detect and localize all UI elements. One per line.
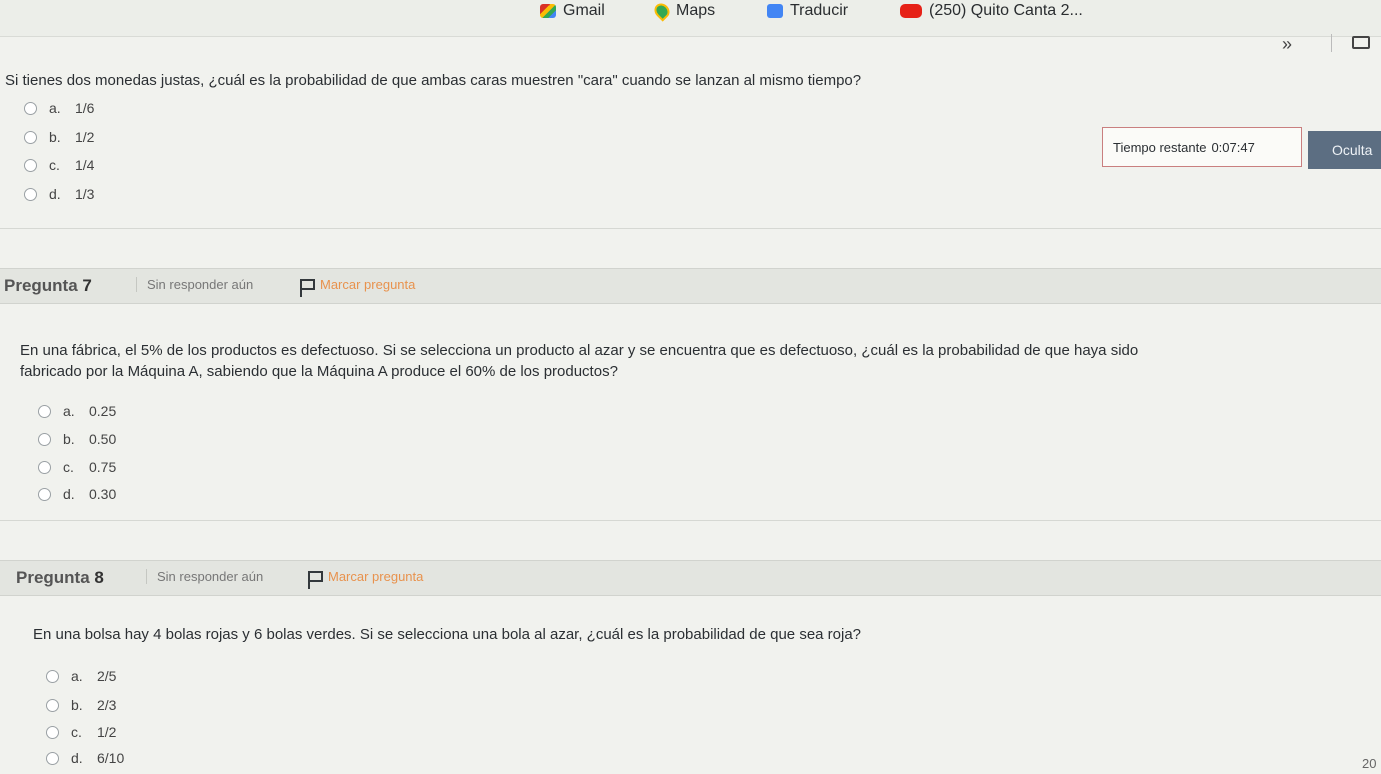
radio-button[interactable] (24, 101, 37, 115)
toolbar-separator (1331, 34, 1332, 52)
question-6-option-b[interactable]: b. 1/2 (24, 129, 94, 145)
question-7-flag-button[interactable]: Marcar pregunta (300, 277, 416, 297)
question-number: 8 (94, 568, 104, 587)
flag-label: Marcar pregunta (328, 569, 424, 584)
question-8-option-a[interactable]: a. 2/5 (46, 668, 116, 684)
flag-icon (308, 571, 323, 589)
question-7-option-c[interactable]: c. 0.75 (38, 459, 116, 475)
flag-icon (300, 279, 315, 297)
question-8-option-d[interactable]: d. 6/10 (46, 750, 124, 766)
radio-button[interactable] (24, 187, 37, 201)
section-divider (0, 228, 1381, 229)
translate-icon (767, 4, 783, 18)
question-7-text-line-1: En una fábrica, el 5% de los productos e… (20, 342, 1139, 359)
question-8-text: En una bolsa hay 4 bolas rojas y 6 bolas… (33, 626, 862, 643)
bookmark-gmail[interactable]: Gmail (540, 2, 605, 20)
question-7-option-b[interactable]: b. 0.50 (38, 431, 116, 447)
question-8-option-b[interactable]: b. 2/3 (46, 697, 116, 713)
radio-button[interactable] (24, 158, 37, 172)
question-title-label: Pregunta (4, 276, 78, 295)
bookmark-label: Gmail (563, 2, 605, 19)
option-letter: b. (49, 129, 61, 145)
question-7-option-a[interactable]: a. 0.25 (38, 403, 116, 419)
option-letter: b. (63, 431, 75, 447)
question-8-option-c[interactable]: c. 1/2 (46, 724, 116, 740)
question-7-title: Pregunta 7 (4, 276, 92, 296)
option-letter: d. (71, 750, 83, 766)
flag-label: Marcar pregunta (320, 277, 416, 292)
option-value: 1/3 (75, 186, 95, 202)
question-8-status: Sin responder aún (146, 569, 263, 584)
radio-button[interactable] (46, 725, 59, 739)
radio-button[interactable] (46, 669, 59, 683)
bookmarks-bar: Gmail Maps Traducir (250) Quito Canta 2.… (0, 0, 1381, 37)
option-value: 1/4 (75, 157, 95, 173)
gmail-icon (540, 4, 556, 18)
bookmark-translate[interactable]: Traducir (767, 2, 848, 20)
question-8-header: Pregunta 8 Sin responder aún Marcar preg… (0, 560, 1381, 596)
option-letter: c. (71, 724, 82, 740)
radio-button[interactable] (38, 404, 51, 418)
radio-button[interactable] (38, 432, 51, 446)
option-value: 1/2 (97, 724, 117, 740)
option-value: 0.30 (89, 486, 117, 502)
option-letter: a. (63, 403, 75, 419)
radio-button[interactable] (24, 130, 37, 144)
question-title-label: Pregunta (16, 568, 90, 587)
radio-button[interactable] (38, 460, 51, 474)
option-letter: a. (49, 100, 61, 116)
question-7-text-line-2: fabricado por la Máquina A, sabiendo que… (20, 363, 618, 380)
question-8-flag-button[interactable]: Marcar pregunta (308, 569, 424, 589)
option-letter: d. (63, 486, 75, 502)
option-letter: b. (71, 697, 83, 713)
folder-icon[interactable] (1352, 36, 1370, 49)
bookmark-youtube[interactable]: (250) Quito Canta 2... (900, 2, 1083, 20)
radio-button[interactable] (46, 698, 59, 712)
timer-label: Tiempo restante (1113, 139, 1207, 155)
question-7-option-d[interactable]: d. 0.30 (38, 486, 116, 502)
bookmarks-overflow-button[interactable]: » (1282, 34, 1292, 55)
question-number: 7 (82, 276, 92, 295)
bookmark-label: Traducir (790, 2, 849, 19)
option-letter: d. (49, 186, 61, 202)
option-value: 0.50 (89, 431, 117, 447)
bookmark-label: (250) Quito Canta 2... (929, 2, 1083, 19)
question-6-text: Si tienes dos monedas justas, ¿cuál es l… (5, 72, 862, 89)
bookmark-maps[interactable]: Maps (651, 0, 716, 22)
timer-value: 0:07:47 (1211, 139, 1255, 155)
option-value: 6/10 (97, 750, 125, 766)
question-7-status: Sin responder aún (136, 277, 253, 292)
option-value: 1/2 (75, 129, 95, 145)
question-7-header: Pregunta 7 Sin responder aún Marcar preg… (0, 268, 1381, 304)
youtube-icon (900, 4, 922, 18)
question-6-option-d[interactable]: d. 1/3 (24, 186, 94, 202)
option-value: 0.25 (89, 403, 117, 419)
hide-timer-button[interactable]: Oculta (1308, 131, 1381, 169)
option-value: 2/3 (97, 697, 117, 713)
option-value: 2/5 (97, 668, 117, 684)
question-6-option-c[interactable]: c. 1/4 (24, 157, 94, 173)
section-divider (0, 520, 1381, 521)
maps-icon (651, 0, 673, 22)
bookmark-label: Maps (676, 2, 716, 19)
question-6-option-a[interactable]: a. 1/6 (24, 100, 94, 116)
timer-box: Tiempo restante 0:07:47 (1102, 127, 1302, 167)
option-letter: c. (63, 459, 74, 475)
option-value: 0.75 (89, 459, 117, 475)
radio-button[interactable] (46, 751, 59, 765)
radio-button[interactable] (38, 487, 51, 501)
option-letter: c. (49, 157, 60, 173)
option-value: 1/6 (75, 100, 95, 116)
option-letter: a. (71, 668, 83, 684)
question-8-title: Pregunta 8 (16, 568, 104, 588)
corner-number: 20 (1362, 756, 1377, 771)
